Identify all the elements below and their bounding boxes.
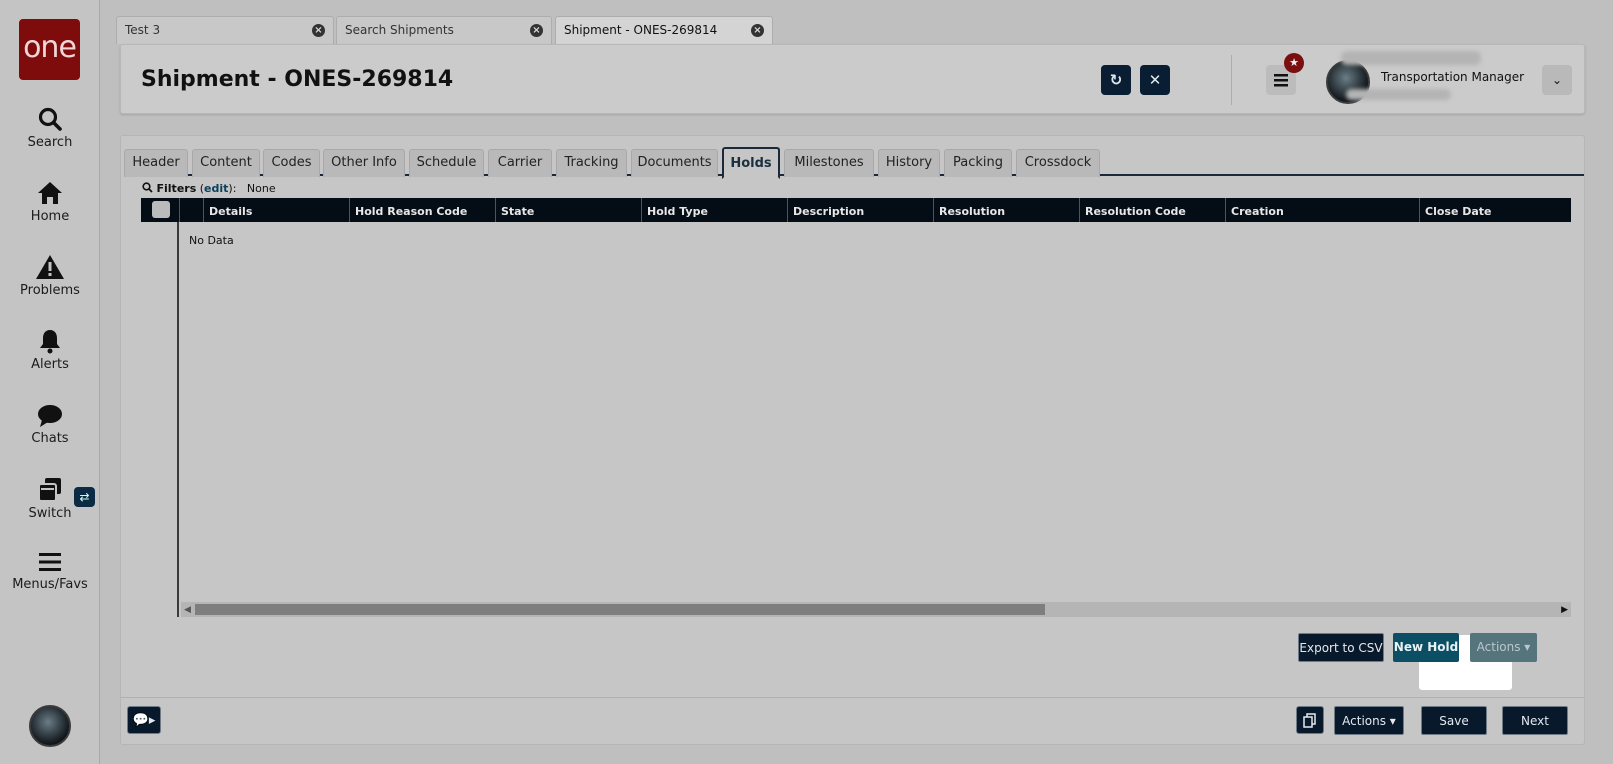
copy-button[interactable] — [1296, 706, 1324, 734]
column-resolution[interactable]: Resolution — [933, 198, 1079, 222]
blurred-org — [1346, 89, 1451, 100]
close-icon: ✕ — [1148, 71, 1162, 89]
nav-chats-label: Chats — [31, 431, 69, 446]
chat-toggle-button[interactable]: 💬▸ — [127, 706, 161, 734]
tab-packing[interactable]: Packing — [944, 149, 1012, 177]
actions-dropdown-top[interactable]: Actions ▾ — [1470, 633, 1537, 662]
tab-history[interactable]: History — [878, 149, 940, 177]
grid-row-rail — [141, 222, 179, 617]
new-hold-button[interactable]: New Hold — [1393, 633, 1459, 662]
nav-alerts-label: Alerts — [31, 357, 69, 372]
nav-home[interactable]: Home — [0, 180, 100, 224]
favorites-star-icon[interactable]: ★ — [1284, 53, 1304, 73]
header-divider — [1231, 55, 1232, 105]
chevron-down-icon: ⌄ — [1551, 73, 1563, 87]
doc-tab-label: Search Shipments — [345, 23, 454, 37]
scroll-left-icon[interactable]: ◀ — [184, 605, 191, 615]
nav-menus-favs[interactable]: Menus/Favs — [0, 550, 100, 592]
blurred-username — [1341, 51, 1481, 65]
switch-icon — [38, 478, 61, 502]
tab-schedule[interactable]: Schedule — [409, 149, 484, 177]
user-avatar-bottom[interactable] — [29, 705, 71, 747]
close-page-button[interactable]: ✕ — [1140, 65, 1170, 95]
column-expander — [179, 198, 203, 222]
tab-milestones[interactable]: Milestones — [784, 149, 874, 177]
tab-content[interactable]: Content — [192, 149, 260, 177]
column-creation[interactable]: Creation — [1225, 198, 1419, 222]
column-resolution-code[interactable]: Resolution Code — [1079, 198, 1225, 222]
app-logo[interactable]: one — [19, 19, 80, 80]
filters-bar: Filters (edit): None — [142, 182, 276, 195]
nav-problems[interactable]: Problems — [0, 254, 100, 298]
tab-tracking[interactable]: Tracking — [556, 149, 627, 177]
menu-icon — [39, 553, 61, 571]
tab-carrier[interactable]: Carrier — [488, 149, 552, 177]
select-all-checkbox[interactable] — [152, 201, 170, 218]
nav-problems-label: Problems — [20, 283, 80, 298]
tab-documents[interactable]: Documents — [631, 149, 718, 177]
nav-switch-label: Switch — [28, 506, 72, 521]
tab-header[interactable]: Header — [124, 149, 188, 177]
footer-divider — [121, 697, 1584, 698]
warning-icon — [36, 255, 64, 279]
nav-menus-label: Menus/Favs — [12, 577, 88, 592]
filters-label: Filters — [156, 182, 197, 195]
save-button[interactable]: Save — [1421, 706, 1487, 735]
chat-icon — [38, 405, 62, 427]
doc-tab-search-shipments[interactable]: Search Shipments × — [336, 16, 552, 44]
close-tab-icon[interactable]: × — [530, 24, 543, 37]
detail-tabs: Header Content Codes Other Info Schedule… — [124, 146, 1584, 179]
empty-grid-message: No Data — [189, 234, 234, 247]
close-tab-icon[interactable]: × — [312, 24, 325, 37]
main-panel: Header Content Codes Other Info Schedule… — [120, 135, 1585, 745]
next-button[interactable]: Next — [1502, 706, 1568, 735]
doc-tab-test3[interactable]: Test 3 × — [116, 16, 334, 44]
tab-crossdock[interactable]: Crossdock — [1016, 149, 1100, 177]
tab-codes[interactable]: Codes — [263, 149, 320, 177]
tab-holds[interactable]: Holds — [722, 147, 780, 179]
tab-other-info[interactable]: Other Info — [323, 149, 405, 177]
nav-chats[interactable]: Chats — [0, 404, 100, 446]
filters-value: None — [246, 182, 276, 195]
chat-icon: 💬▸ — [132, 713, 156, 728]
filters-edit-link[interactable]: edit — [204, 182, 228, 195]
left-sidebar: one Search Home Problems Alerts Chats Sw… — [0, 0, 100, 764]
user-dropdown-button[interactable]: ⌄ — [1542, 65, 1572, 95]
refresh-icon: ↻ — [1109, 71, 1123, 89]
grid-header: Details Hold Reason Code State Hold Type… — [141, 198, 1571, 222]
column-state[interactable]: State — [495, 198, 641, 222]
nav-alerts[interactable]: Alerts — [0, 328, 100, 372]
page-title: Shipment - ONES-269814 — [141, 67, 454, 92]
doc-tab-label: Test 3 — [125, 23, 161, 37]
close-tab-icon[interactable]: × — [751, 24, 764, 37]
nav-search[interactable]: Search — [0, 106, 100, 150]
horizontal-scrollbar[interactable]: ◀ ▶ — [181, 602, 1571, 617]
search-icon — [38, 107, 62, 131]
search-icon — [142, 182, 153, 193]
copy-icon — [1303, 713, 1316, 728]
nav-search-label: Search — [27, 135, 73, 150]
scroll-right-icon[interactable]: ▶ — [1561, 605, 1568, 615]
user-role: Transportation Manager — [1381, 70, 1525, 84]
column-description[interactable]: Description — [787, 198, 933, 222]
export-csv-button[interactable]: Export to CSV — [1298, 633, 1384, 662]
column-hold-type[interactable]: Hold Type — [641, 198, 787, 222]
column-hold-reason-code[interactable]: Hold Reason Code — [349, 198, 495, 222]
nav-home-label: Home — [30, 209, 70, 224]
scrollbar-thumb[interactable] — [195, 604, 1045, 615]
column-close-date[interactable]: Close Date — [1419, 198, 1571, 222]
doc-tab-label: Shipment - ONES-269814 — [564, 23, 718, 37]
actions-dropdown-bottom[interactable]: Actions ▾ — [1334, 706, 1404, 735]
home-icon — [38, 182, 62, 204]
switch-badge-icon[interactable]: ⇄ — [74, 487, 95, 507]
doc-tab-shipment[interactable]: Shipment - ONES-269814 × — [555, 16, 773, 44]
refresh-button[interactable]: ↻ — [1101, 65, 1131, 95]
column-details[interactable]: Details — [203, 198, 349, 222]
grid-body: No Data ◀ ▶ — [141, 222, 1571, 617]
bell-icon — [40, 330, 60, 354]
page-header: Shipment - ONES-269814 ↻ ✕ ★ Transportat… — [120, 44, 1585, 114]
